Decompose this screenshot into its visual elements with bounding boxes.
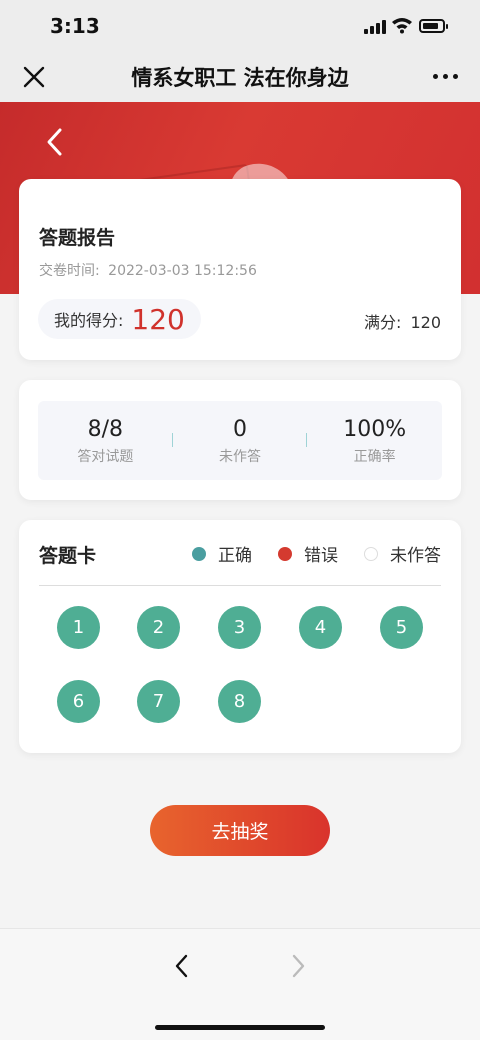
submit-time-row: 交卷时间: 2022-03-03 15:12:56 (39, 260, 257, 280)
stat-unanswered: 0 未作答 (173, 401, 308, 480)
answer-legend: 正确 错误 未作答 (166, 541, 441, 566)
status-bar: 3:13 (0, 0, 480, 50)
signal-icon (364, 20, 386, 34)
divider (39, 585, 441, 586)
my-score: 我的得分: 120 (38, 299, 201, 339)
question-button[interactable]: 6 (57, 680, 100, 723)
stats-card: 8/8 答对试题 0 未作答 100% 正确率 (19, 380, 461, 500)
browser-bottom-bar (0, 928, 480, 1040)
legend-wrong: 错误 (278, 541, 338, 566)
full-score-value: 120 (410, 313, 441, 332)
stat-value: 8/8 (87, 417, 124, 442)
question-button[interactable]: 8 (218, 680, 261, 723)
stat-label: 正确率 (353, 449, 396, 465)
wifi-icon (392, 18, 412, 34)
back-icon[interactable] (170, 953, 194, 979)
question-button[interactable]: 4 (299, 606, 342, 649)
draw-lottery-button[interactable]: 去抽奖 (150, 805, 330, 856)
unanswered-dot-icon (364, 546, 378, 561)
question-button[interactable]: 1 (57, 606, 100, 649)
submit-time-label: 交卷时间: (39, 263, 100, 279)
legend-unanswered: 未作答 (364, 541, 441, 566)
page-title: 情系女职工 法在你身边 (131, 66, 349, 90)
back-arrow-icon[interactable] (40, 124, 70, 160)
legend-label: 未作答 (390, 546, 441, 566)
stat-correct: 8/8 答对试题 (38, 401, 173, 480)
full-score: 满分: 120 (364, 309, 441, 333)
full-score-label: 满分: (363, 313, 402, 332)
more-icon[interactable] (430, 72, 460, 82)
stats-panel: 8/8 答对试题 0 未作答 100% 正确率 (38, 401, 442, 480)
question-button[interactable]: 5 (380, 606, 423, 649)
legend-label: 错误 (304, 546, 338, 566)
score-label: 我的得分: (54, 311, 124, 330)
correct-dot-icon (192, 546, 206, 561)
legend-correct: 正确 (192, 541, 252, 566)
stat-label: 答对试题 (77, 449, 134, 465)
report-title: 答题报告 (39, 227, 116, 249)
battery-icon (419, 19, 448, 33)
stat-value: 100% (343, 417, 407, 442)
home-indicator (155, 1025, 325, 1030)
legend-label: 正确 (218, 546, 252, 566)
question-button[interactable]: 2 (137, 606, 180, 649)
forward-icon[interactable] (286, 953, 310, 979)
question-button[interactable]: 3 (218, 606, 261, 649)
report-card: 答题报告 交卷时间: 2022-03-03 15:12:56 我的得分: 120… (19, 179, 461, 360)
stat-label: 未作答 (219, 449, 261, 465)
question-button[interactable]: 7 (137, 680, 180, 723)
submit-time-value: 2022-03-03 15:12:56 (108, 263, 257, 279)
wrong-dot-icon (278, 546, 292, 561)
stat-accuracy: 100% 正确率 (307, 401, 442, 480)
answer-sheet-card: 答题卡 正确 错误 未作答 1 2 3 4 5 6 7 8 (19, 520, 461, 753)
nav-bar: 情系女职工 法在你身边 (0, 50, 480, 102)
stat-value: 0 (233, 417, 247, 442)
score-value: 120 (131, 302, 185, 336)
answer-sheet-title: 答题卡 (39, 545, 97, 567)
status-time: 3:13 (50, 14, 100, 38)
